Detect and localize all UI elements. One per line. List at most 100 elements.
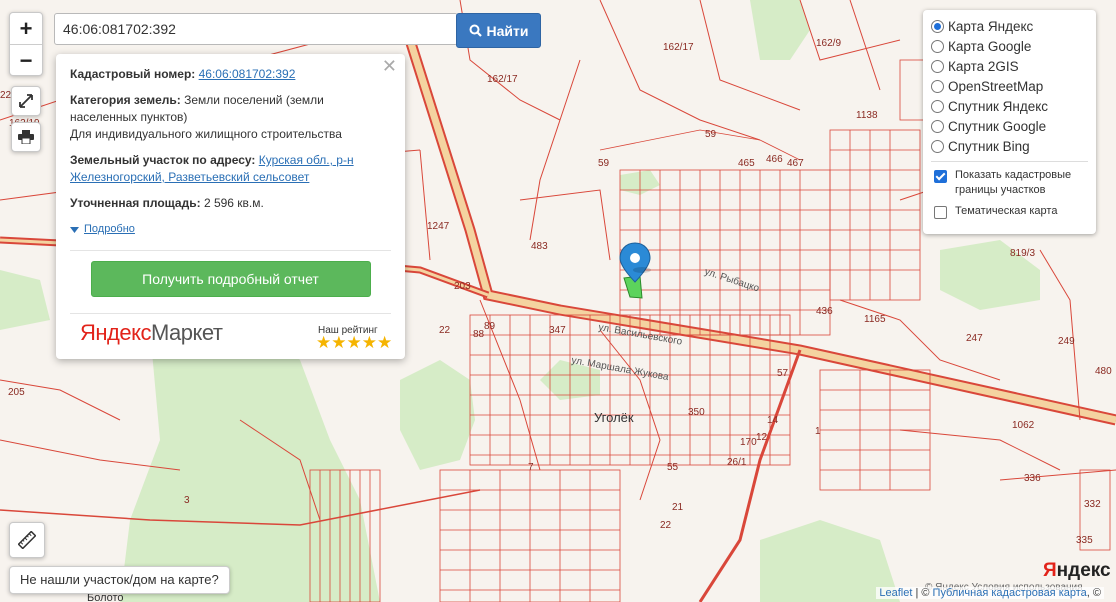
land-category-row: Категория земель: Земли поселений (земли… — [70, 92, 391, 143]
parcel-label: 467 — [787, 158, 804, 169]
layer-option[interactable]: Спутник Bing — [931, 136, 1088, 156]
get-report-button[interactable]: Получить подробный отчет — [90, 261, 371, 297]
parcel-label: 205 — [8, 387, 25, 398]
parcel-label: 1165 — [864, 314, 886, 325]
layer-option[interactable]: Карта 2GIS — [931, 56, 1088, 76]
search-button-label: Найти — [486, 22, 529, 39]
area-label: Уточненная площадь: — [70, 196, 201, 210]
layer-option-label: Карта Google — [948, 38, 1032, 54]
area-row: Уточненная площадь: 2 596 кв.м. — [70, 195, 391, 212]
parcel-label: 436 — [816, 306, 833, 317]
layer-option-label: Спутник Яндекс — [948, 98, 1049, 114]
radio-selected[interactable] — [931, 19, 944, 33]
search-button[interactable]: Найти — [456, 13, 541, 48]
cadastral-number-label: Кадастровый номер: — [70, 67, 196, 81]
layer-option-label: Карта 2GIS — [948, 58, 1019, 74]
parcel-label: 480 — [1095, 366, 1112, 377]
print-button[interactable] — [11, 122, 41, 152]
radio-unselected[interactable] — [931, 39, 944, 53]
yandex-market-banner[interactable]: ЯндексМаркет Наш рейтинг ★★★★★ — [70, 313, 393, 360]
parcel-label: 59 — [705, 129, 717, 140]
zoom-control: + − — [9, 12, 43, 76]
close-icon[interactable]: ✕ — [382, 57, 397, 75]
rating-stars: ★★★★★ — [316, 333, 393, 352]
parcel-label: 162/17 — [663, 42, 694, 53]
parcel-label: 1138 — [856, 110, 878, 121]
parcel-label: 483 — [531, 241, 548, 252]
parcel-label: 26/1 — [727, 457, 747, 468]
parcel-label: 819/3 — [1010, 248, 1035, 259]
layer-switcher: Карта Яндекс Карта Google Карта 2GIS OpenSt… — [923, 10, 1096, 234]
area-value: 2 596 кв.м. — [203, 196, 264, 210]
parcel-label: 247 — [966, 333, 983, 344]
parcel-label: 336 — [1024, 473, 1041, 484]
parcel-label: 7 — [528, 462, 534, 473]
parcel-label: 249 — [1058, 336, 1075, 347]
printer-icon — [18, 130, 34, 144]
address-label: Земельный участок по адресу: — [70, 153, 256, 167]
cadastral-number-row: Кадастровый номер: 46:06:081702:392 — [70, 66, 391, 83]
expand-icon — [19, 94, 33, 108]
parcel-label: 3 — [184, 495, 190, 506]
layer-option-label: Спутник Bing — [948, 138, 1030, 154]
parcel-label: 1247 — [427, 221, 450, 232]
ruler-icon — [18, 531, 36, 549]
parcel-label: 1 — [815, 426, 821, 437]
parcel-label: 335 — [1076, 535, 1093, 546]
parcel-label: 21 — [672, 502, 684, 513]
parcel-label: 1062 — [1012, 420, 1035, 431]
layer-option[interactable]: Спутник Яндекс — [931, 96, 1088, 116]
map-attribution: Leaflet | © Публичная кадастровая карта,… — [876, 587, 1104, 599]
parcel-label: 162/9 — [816, 38, 841, 49]
parcel-label: 55 — [667, 462, 679, 473]
thematic-map-toggle[interactable]: Тематическая карта — [931, 204, 1088, 219]
cadastral-number-link[interactable]: 46:06:081702:392 — [199, 67, 296, 81]
triangle-down-icon — [70, 226, 79, 233]
parcel-label: 14 — [767, 415, 779, 426]
layer-option[interactable]: OpenStreetMap — [931, 76, 1088, 96]
cadastral-map-link[interactable]: Публичная кадастровая карта — [933, 587, 1087, 599]
land-category-label: Категория земель: — [70, 93, 181, 107]
zoom-out-button[interactable]: − — [10, 45, 42, 76]
layer-option[interactable]: Карта Google — [931, 36, 1088, 56]
details-toggle[interactable]: Подробно — [70, 221, 391, 238]
parcel-label: 465 — [738, 158, 755, 169]
land-purpose: Для индивидуального жилищного строительс… — [70, 127, 342, 141]
layer-option[interactable]: Карта Яндекс — [931, 16, 1088, 36]
parcel-label: 88 — [473, 329, 485, 340]
leaflet-link[interactable]: Leaflet — [879, 587, 912, 599]
address-row: Земельный участок по адресу: Курская обл… — [70, 152, 391, 186]
parcel-label: 89 — [484, 321, 496, 332]
cadastral-borders-label: Показать кадастровые границы участков — [955, 169, 1072, 196]
divider — [70, 250, 391, 251]
layer-option[interactable]: Спутник Google — [931, 116, 1088, 136]
layer-option-label: Карта Яндекс — [948, 18, 1034, 34]
thematic-map-label: Тематическая карта — [955, 205, 1058, 217]
parcel-label: 22 — [0, 90, 12, 101]
radio-unselected[interactable] — [931, 59, 944, 73]
parcel-label: 332 — [1084, 499, 1101, 510]
parcel-label: 466 — [766, 154, 783, 165]
cadastral-borders-toggle[interactable]: Показать кадастровые границы участков — [931, 168, 1088, 198]
parcel-label: 350 — [688, 407, 705, 418]
radio-unselected[interactable] — [931, 79, 944, 93]
checkbox-unchecked[interactable] — [934, 206, 947, 219]
layer-option-label: Спутник Google — [948, 118, 1047, 134]
cadastral-search-input[interactable] — [54, 13, 458, 45]
zoom-in-button[interactable]: + — [10, 13, 42, 45]
fullscreen-button[interactable] — [11, 86, 41, 116]
yandex-market-logo: ЯндексМаркет — [80, 320, 223, 345]
parcel-label: 170 — [740, 437, 757, 448]
checkbox-checked[interactable] — [934, 170, 947, 183]
measure-button[interactable] — [9, 522, 45, 558]
parcel-label: 203 — [454, 281, 471, 292]
radio-unselected[interactable] — [931, 139, 944, 153]
parcel-label: 22 — [660, 520, 672, 531]
radio-unselected[interactable] — [931, 99, 944, 113]
parcel-label: 12 — [756, 432, 768, 443]
layer-option-label: OpenStreetMap — [948, 78, 1044, 94]
parcel-label: 59 — [598, 158, 610, 169]
radio-unselected[interactable] — [931, 119, 944, 133]
details-link[interactable]: Подробно — [84, 221, 135, 238]
not-found-button[interactable]: Не нашли участок/дом на карте? — [9, 566, 230, 594]
